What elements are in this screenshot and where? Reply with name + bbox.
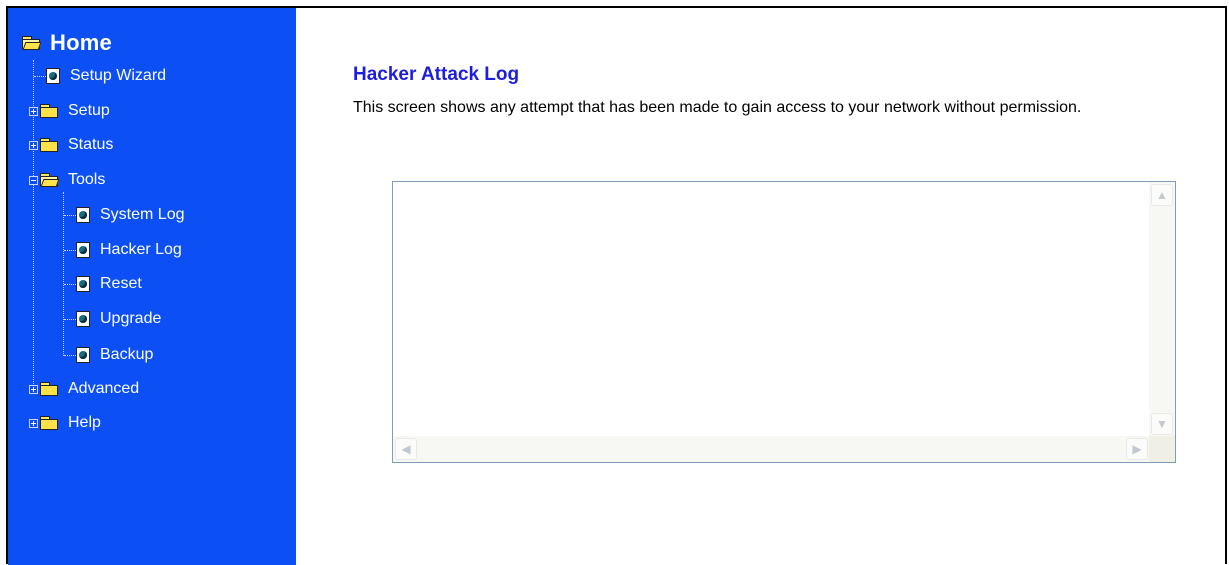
sidebar-item-tools[interactable]: Tools [29, 166, 105, 194]
sidebar-item-label: Status [68, 136, 114, 153]
page-icon [76, 207, 90, 223]
expand-icon[interactable] [29, 384, 38, 394]
sidebar-item-status[interactable]: Status [29, 131, 113, 159]
sidebar-item-label: Upgrade [100, 310, 162, 327]
sidebar-item-label: Backup [100, 346, 154, 363]
scroll-up-icon[interactable]: ▲ [1151, 184, 1173, 206]
tree-connector [64, 355, 76, 356]
sidebar-home[interactable]: Home [20, 28, 112, 58]
sidebar-item-reset[interactable]: Reset [76, 270, 142, 298]
scroll-right-icon[interactable]: ▶ [1126, 438, 1148, 460]
tree-connector [64, 250, 76, 251]
scroll-down-icon[interactable]: ▼ [1151, 413, 1173, 435]
open-folder-icon [40, 173, 60, 187]
sidebar-item-label: Setup [68, 102, 110, 119]
page-title: Hacker Attack Log [353, 64, 520, 85]
page-icon [46, 68, 60, 84]
page-icon [76, 311, 90, 327]
folder-icon [40, 138, 58, 152]
sidebar-item-system-log[interactable]: System Log [76, 201, 184, 229]
sidebar-home-label: Home [50, 30, 112, 55]
sidebar-item-label: Reset [100, 275, 142, 292]
tree-connector [34, 76, 46, 77]
sidebar-item-backup[interactable]: Backup [76, 341, 153, 369]
folder-icon [40, 416, 58, 430]
scroll-left-icon[interactable]: ◀ [395, 438, 417, 460]
hacker-log-textarea[interactable]: ▲ ▼ ◀ ▶ [392, 181, 1176, 463]
sidebar-item-advanced[interactable]: Advanced [29, 375, 139, 403]
tree-connector [64, 319, 76, 320]
sidebar-item-label: Setup Wizard [70, 67, 167, 84]
sidebar-item-help[interactable]: Help [29, 409, 101, 437]
folder-icon [40, 382, 58, 396]
tree-connector [64, 215, 76, 216]
expand-icon[interactable] [29, 140, 38, 150]
sidebar-item-label: Hacker Log [100, 241, 182, 258]
sidebar-item-label: Tools [68, 171, 106, 188]
page-icon [76, 276, 90, 292]
scrollbar-corner [1149, 436, 1175, 462]
sidebar-item-setup[interactable]: Setup [29, 97, 110, 125]
expand-icon[interactable] [29, 106, 38, 116]
open-folder-icon [22, 36, 42, 50]
expand-icon[interactable] [29, 418, 38, 428]
sidebar-item-label: Help [68, 414, 101, 431]
sidebar-item-setup-wizard[interactable]: Setup Wizard [46, 62, 166, 90]
vertical-scrollbar[interactable]: ▲ ▼ [1149, 182, 1175, 437]
horizontal-scrollbar[interactable]: ◀ ▶ [393, 436, 1150, 462]
sidebar-item-label: System Log [100, 206, 185, 223]
sidebar-item-hacker-log[interactable]: Hacker Log [76, 236, 182, 264]
sidebar-item-label: Advanced [68, 380, 140, 397]
folder-icon [40, 104, 58, 118]
collapse-icon[interactable] [29, 175, 38, 185]
sidebar-nav [8, 8, 296, 565]
sidebar-item-upgrade[interactable]: Upgrade [76, 305, 161, 333]
tree-connector [63, 192, 64, 356]
page-icon [76, 347, 90, 363]
page-description: This screen shows any attempt that has b… [353, 99, 1082, 116]
tree-connector [64, 284, 76, 285]
page-icon [76, 242, 90, 258]
